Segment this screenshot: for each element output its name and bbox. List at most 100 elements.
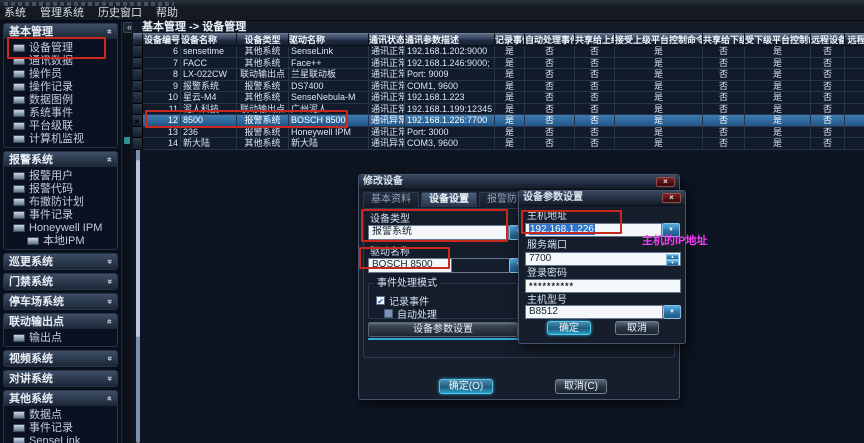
row-selector[interactable]: [133, 92, 143, 104]
sidebar-section-header-对讲系统[interactable]: 对讲系统«: [4, 371, 117, 386]
menu-item-历史窗口[interactable]: 历史窗口: [98, 7, 150, 20]
menu-item-帮助[interactable]: 帮助: [156, 7, 186, 20]
table-row-device-9[interactable]: 9报警系统报警系统DS7400通讯正常COM1, 9600是否否是否是否: [133, 81, 864, 93]
sidebar-section-header-联动输出点[interactable]: 联动输出点«: [4, 314, 117, 329]
ok-button[interactable]: 确定: [547, 321, 591, 335]
sidebar-item-SenseLink[interactable]: SenseLink: [4, 434, 117, 443]
cell: 其他系统: [237, 92, 289, 104]
device-params-button[interactable]: 设备参数设置: [368, 322, 518, 337]
tab-设备设置[interactable]: 设备设置: [421, 192, 477, 207]
chevron-down-icon[interactable]: ▼: [662, 223, 680, 237]
host-model-combo[interactable]: B8512 ▼: [525, 305, 681, 319]
sidebar-item-通讯数据[interactable]: 通讯数据: [4, 54, 117, 67]
sidebar-item-操作记录[interactable]: 操作记录: [4, 80, 117, 93]
checkbox-checked-icon[interactable]: ✔: [376, 296, 385, 305]
checkbox-filled-icon[interactable]: [384, 309, 393, 318]
driver-name-value[interactable]: BOSCH 8500: [368, 258, 452, 273]
sidebar-item-事件记录[interactable]: 事件记录: [4, 421, 117, 434]
column-header-selector[interactable]: [133, 33, 143, 46]
table-row-device-8[interactable]: 8LX-022CW联动输出点兰星联动板通讯正常Port: 9009是否否是否是否: [133, 69, 864, 81]
column-header-远程[interactable]: 远程: [845, 33, 864, 46]
chevron-down-icon[interactable]: ▼: [663, 305, 681, 319]
row-selector[interactable]: [133, 81, 143, 93]
driver-name-combo[interactable]: BOSCH 8500 ▼: [368, 258, 528, 273]
auto-process-checkbox[interactable]: 自动处理: [384, 306, 437, 321]
cancel-button[interactable]: 取消(C): [555, 379, 607, 394]
column-header-通讯参数描述[interactable]: 通讯参数描述: [405, 33, 495, 46]
sidebar-item-计算机监视[interactable]: 计算机监视: [4, 132, 117, 145]
row-selector[interactable]: ▶: [133, 115, 143, 127]
cell: 否: [703, 92, 745, 104]
sidebar-item-操作员[interactable]: 操作员: [4, 67, 117, 80]
device-type-combo[interactable]: 报警系统 ▼: [368, 225, 528, 240]
column-header-受下级平台控制命[interactable]: 受下级平台控制命: [745, 33, 811, 46]
row-selector[interactable]: [133, 127, 143, 139]
row-selector[interactable]: [133, 46, 143, 58]
table-row-device-12[interactable]: ▶128500报警系统BOSCH 8500通讯异常192.168.1.226:7…: [133, 115, 864, 127]
sidebar-section-header-门禁系统[interactable]: 门禁系统«: [4, 274, 117, 289]
sidebar-item-输出点[interactable]: 输出点: [4, 331, 117, 344]
sidebar-item-报警用户[interactable]: 报警用户: [4, 169, 117, 182]
column-header-接受上级平台控制命令[interactable]: 接受上级平台控制命令: [615, 33, 703, 46]
sidebar-item-布撤防计划[interactable]: 布撤防计划: [4, 195, 117, 208]
sidebar-item-Honeywell IPM[interactable]: Honeywell IPM: [4, 221, 117, 234]
sidebar-section-header-基本管理[interactable]: 基本管理«: [4, 24, 117, 39]
sidebar-section-header-其他系统[interactable]: 其他系统«: [4, 391, 117, 406]
sidebar-item-平台级联[interactable]: 平台级联: [4, 119, 117, 132]
row-selector[interactable]: [133, 138, 143, 150]
host-address-field[interactable]: 192.168.1.226: [525, 223, 662, 237]
table-row-device-11[interactable]: 11泥人科技联动输出点广州泥人通讯正常192.168.1.199:12345是否…: [133, 104, 864, 116]
column-header-驱动名称[interactable]: 驱动名称: [289, 33, 369, 46]
column-header-设备名称[interactable]: 设备名称: [181, 33, 237, 46]
sidebar-item-数据图例[interactable]: 数据图例: [4, 93, 117, 106]
column-header-设备类型[interactable]: 设备类型: [237, 33, 289, 46]
sidebar-section-header-巡更系统[interactable]: 巡更系统«: [4, 254, 117, 269]
table-row-device-6[interactable]: 6sensetime其他系统SenseLink通讯正常192.168.1.202…: [133, 46, 864, 58]
sidebar-item-报警代码[interactable]: 报警代码: [4, 182, 117, 195]
cancel-button[interactable]: 取消: [615, 321, 659, 335]
column-header-自动处理事件[interactable]: 自动处理事件: [525, 33, 575, 46]
device-type-value[interactable]: 报警系统: [368, 225, 509, 240]
spin-down-icon[interactable]: ▼: [666, 260, 679, 266]
vertical-scrollbar-thumb[interactable]: [136, 160, 140, 337]
row-selector[interactable]: [133, 104, 143, 116]
sidebar-item-label: 操作记录: [29, 81, 73, 93]
service-port-field[interactable]: 7700 ▲ ▼: [525, 252, 681, 266]
tab-基本资料[interactable]: 基本资料: [363, 192, 419, 207]
column-header-记录事件[interactable]: 记录事件: [495, 33, 525, 46]
menu-item-系统[interactable]: 系统: [4, 7, 34, 20]
sidebar-item-事件记录[interactable]: 事件记录: [4, 208, 117, 221]
column-header-设备编号[interactable]: 设备编号: [143, 33, 181, 46]
host-model-value[interactable]: B8512: [525, 305, 663, 319]
sidebar-section-header-视频系统[interactable]: 视频系统«: [4, 351, 117, 366]
sidebar-scrollbar-thumb[interactable]: [124, 137, 130, 144]
section-label: 门禁系统: [9, 275, 53, 289]
tab-row: 基本资料设备设置报警防区: [363, 192, 535, 207]
sidebar-item-本地IPM[interactable]: 本地IPM: [4, 234, 117, 247]
column-header-共享给上级[interactable]: 共享给上级: [575, 33, 615, 46]
close-icon[interactable]: ×: [662, 193, 681, 203]
ok-button[interactable]: 确定(O): [439, 379, 493, 394]
column-header-通讯状态[interactable]: 通讯状态: [369, 33, 405, 46]
menu-item-管理系统[interactable]: 管理系统: [40, 7, 92, 20]
cell: 13: [143, 127, 181, 139]
row-selector[interactable]: [133, 58, 143, 70]
port-spinner[interactable]: ▲ ▼: [666, 254, 679, 266]
table-row-device-14[interactable]: 14新大陆其他系统新大陆通讯异常COM3, 9600是否否是否是否: [133, 138, 864, 150]
login-password-field[interactable]: **********: [525, 279, 681, 293]
close-icon[interactable]: ×: [656, 177, 675, 187]
host-address-combo[interactable]: 192.168.1.226 ▼: [525, 223, 680, 237]
column-header-远程设备[interactable]: 远程设备: [811, 33, 845, 46]
column-header-共享给下级[interactable]: 共享给下级: [703, 33, 745, 46]
device-folder-icon: [13, 334, 25, 342]
table-row-device-7[interactable]: 7FACC其他系统Face++通讯正常192.168.1.246:9000;是否…: [133, 58, 864, 70]
table-row-device-13[interactable]: 13236报警系统Honeywell IPM通讯正常Port: 3000是否否是…: [133, 127, 864, 139]
sidebar-scrollbar[interactable]: [123, 34, 131, 443]
sidebar-item-系统事件[interactable]: 系统事件: [4, 106, 117, 119]
sidebar-section-header-报警系统[interactable]: 报警系统«: [4, 152, 117, 167]
row-selector[interactable]: [133, 69, 143, 81]
table-row-device-10[interactable]: 10星云-M4其他系统SenseNebula-M通讯正常192.168.1.22…: [133, 92, 864, 104]
sidebar-item-设备管理[interactable]: 设备管理: [4, 41, 117, 54]
sidebar-item-数据点[interactable]: 数据点: [4, 408, 117, 421]
sidebar-section-header-停车场系统[interactable]: 停车场系统«: [4, 294, 117, 309]
